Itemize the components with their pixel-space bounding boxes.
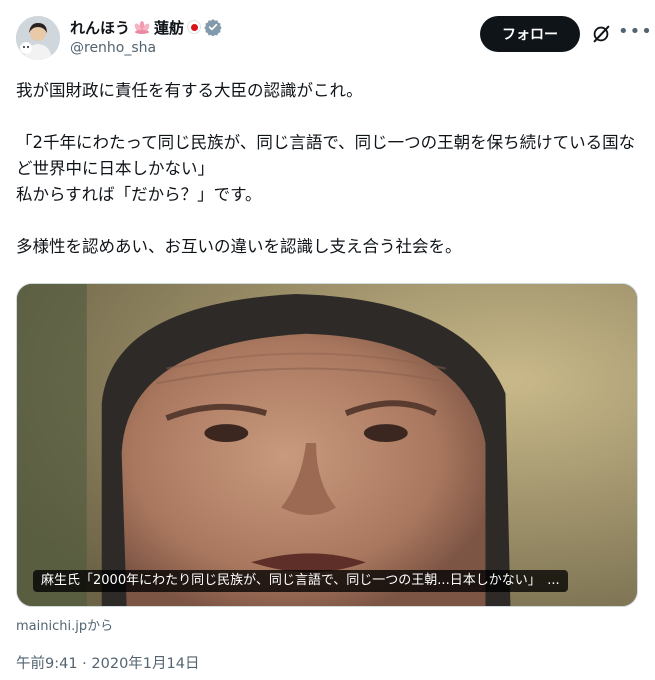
- lotus-icon: [134, 21, 150, 34]
- grok-icon[interactable]: [590, 23, 612, 45]
- link-card[interactable]: 麻生氏「2000年にわたり同じ民族が、同じ言語で、同じ一つの王朝...日本しかな…: [16, 283, 638, 607]
- verified-badge-icon[interactable]: [204, 18, 222, 36]
- name-row[interactable]: れんほう 蓮舫: [70, 16, 222, 38]
- user-handle[interactable]: @renho_sha: [70, 40, 222, 56]
- avatar[interactable]: [16, 16, 60, 60]
- display-name-kanji[interactable]: 蓮舫: [154, 17, 184, 38]
- article-photo: [17, 284, 637, 606]
- tweet-timestamp[interactable]: 午前9:41 · 2020年1月14日: [16, 652, 199, 673]
- card-caption[interactable]: 麻生氏「2000年にわたり同じ民族が、同じ言語で、同じ一つの王朝...日本しかな…: [33, 570, 568, 592]
- tweet-line: 「2千年にわたって同じ民族が、同じ言語で、同じ一つの王朝を保ち続けている国など世…: [16, 133, 636, 178]
- card-source[interactable]: mainichi.jpから: [16, 615, 113, 634]
- display-name[interactable]: れんほう: [70, 17, 130, 38]
- tweet-line: 私からすれば「だから？」です。: [16, 185, 262, 204]
- tweet-text: 我が国財政に責任を有する大臣の認識がこれ。 「2千年にわたって同じ民族が、同じ言…: [16, 78, 638, 260]
- tweet-line: 我が国財政に責任を有する大臣の認識がこれ。: [16, 81, 363, 100]
- follow-button[interactable]: フォロー: [480, 16, 580, 52]
- tweet-line: 多様性を認めあい、お互いの違いを認識し支え合う社会を。: [16, 237, 462, 256]
- user-names: れんほう 蓮舫 @renho_sha: [70, 16, 222, 56]
- more-options-icon[interactable]: •••: [618, 20, 652, 44]
- japan-flag-icon: [187, 20, 202, 34]
- tweet-header: れんほう 蓮舫 @renho_sha フォロー •••: [16, 14, 652, 62]
